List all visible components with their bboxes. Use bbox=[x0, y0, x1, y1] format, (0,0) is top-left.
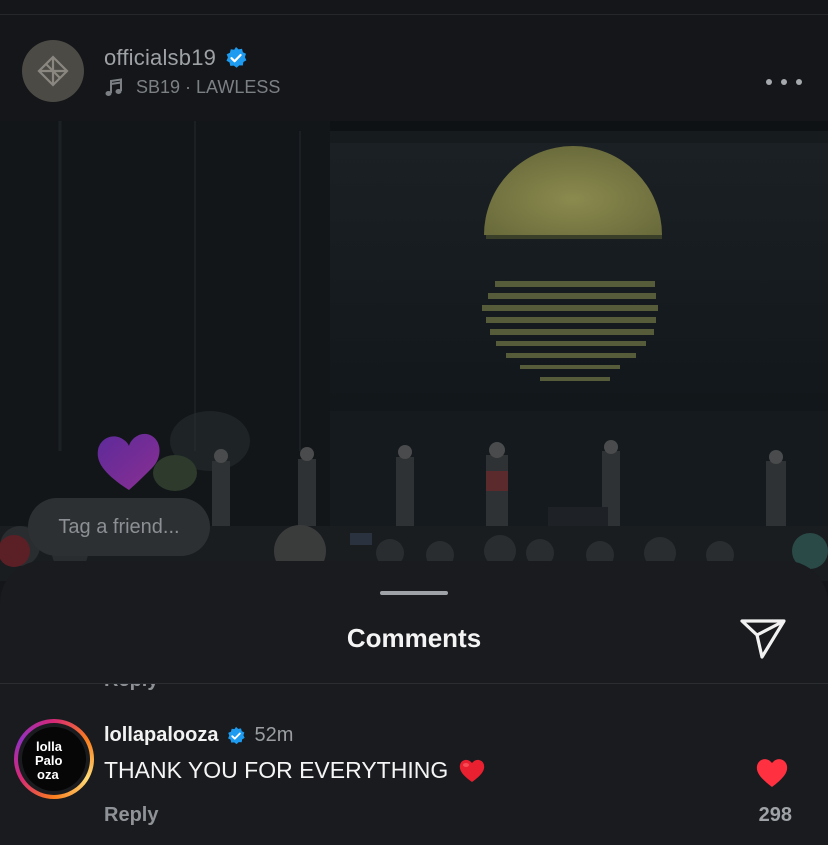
comment-username[interactable]: lollapalooza bbox=[104, 724, 218, 747]
comment-text: THANK YOU FOR EVERYTHING bbox=[104, 757, 449, 783]
heart-icon[interactable] bbox=[754, 757, 790, 789]
post-header: officialsb19 SB19 · LAWLESS bbox=[0, 15, 828, 121]
comment-body: THANK YOU FOR EVERYTHING bbox=[104, 757, 486, 784]
sheet-grabber[interactable] bbox=[380, 591, 448, 595]
post-username[interactable]: officialsb19 bbox=[104, 45, 216, 71]
comment-time: 52m bbox=[254, 724, 294, 746]
comments-title: Comments bbox=[346, 623, 482, 653]
svg-text:oza: oza bbox=[37, 767, 59, 782]
share-icon[interactable] bbox=[738, 615, 788, 661]
more-options-icon[interactable] bbox=[766, 75, 802, 89]
tag-friend-placeholder: Tag a friend... bbox=[58, 515, 180, 538]
verified-badge-icon bbox=[226, 47, 247, 68]
tag-friend-input[interactable]: Tag a friend... bbox=[28, 498, 210, 556]
music-note-icon bbox=[105, 77, 122, 96]
comment-avatar[interactable]: lolla Palo oza bbox=[14, 719, 94, 799]
sheet-divider bbox=[0, 683, 828, 684]
sb19-logo-icon bbox=[37, 55, 69, 87]
comment-reply-link[interactable]: Reply bbox=[104, 804, 158, 827]
post-music[interactable]: SB19 · LAWLESS bbox=[104, 77, 280, 98]
lollapalooza-logo-icon: lolla Palo oza bbox=[35, 739, 63, 782]
svg-text:lolla: lolla bbox=[36, 739, 63, 754]
verified-badge-icon bbox=[228, 726, 246, 744]
profile-avatar[interactable] bbox=[22, 40, 84, 102]
svg-text:Palo: Palo bbox=[35, 753, 63, 768]
heart-reaction-icon bbox=[97, 433, 160, 490]
comments-sheet: Reply Comments lolla Palo oza lollapaloo… bbox=[0, 561, 828, 845]
music-label: SB19 · LAWLESS bbox=[136, 77, 281, 97]
red-heart-emoji-icon bbox=[460, 759, 485, 782]
like-count: 298 bbox=[758, 804, 792, 826]
